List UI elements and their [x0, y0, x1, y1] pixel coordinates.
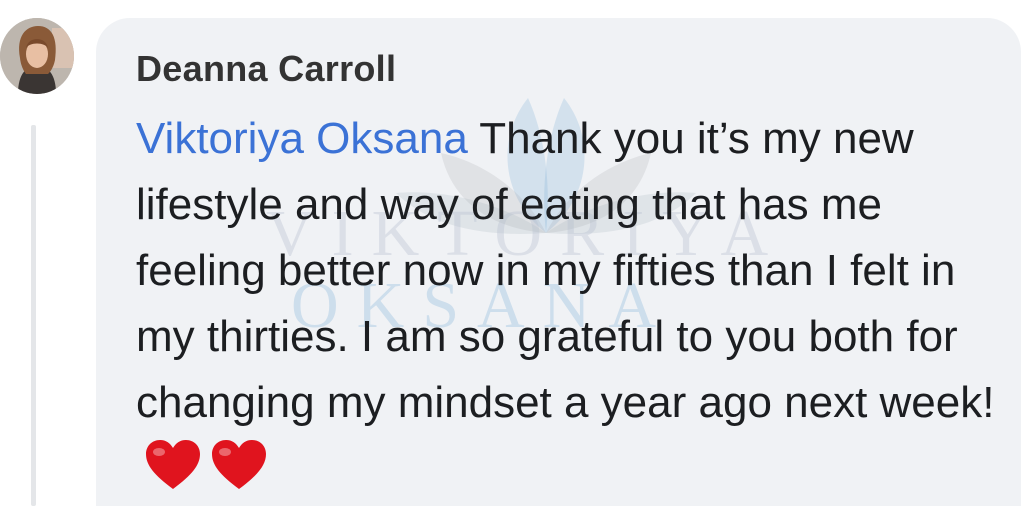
avatar[interactable] — [0, 18, 74, 94]
comment-thread: VIKTORIYA OKSANA Deanna Carroll Viktoriy… — [0, 0, 1035, 506]
red-heart-icon — [146, 440, 200, 489]
red-heart-icon — [212, 440, 266, 489]
comment-text: Viktoriya Oksana Thank you it’s my new l… — [136, 106, 1006, 502]
comment-bubble: VIKTORIYA OKSANA Deanna Carroll Viktoriy… — [96, 18, 1021, 506]
mention-link[interactable]: Viktoriya Oksana — [136, 114, 468, 163]
thread-line — [31, 125, 36, 506]
comment-author-name[interactable]: Deanna Carroll — [136, 48, 396, 90]
profile-photo-icon — [0, 18, 74, 94]
